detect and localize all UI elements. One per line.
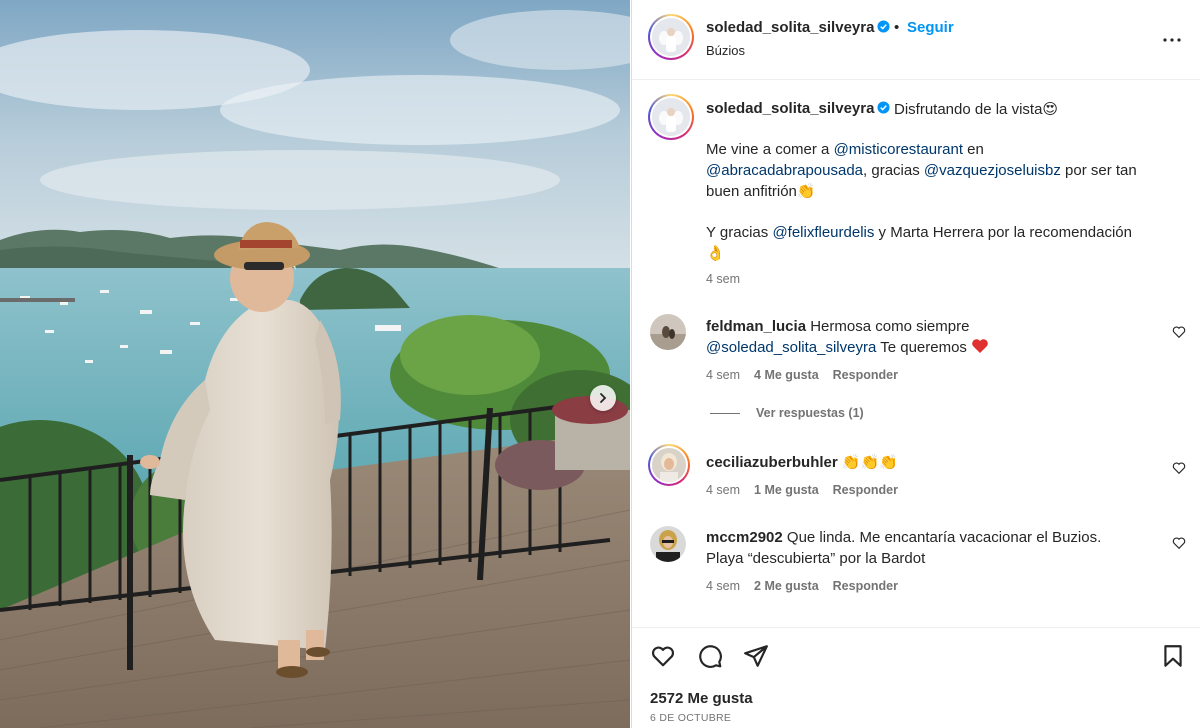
comment-likes-count[interactable]: 4 Me gusta [754,368,819,382]
view-replies-button[interactable]: Ver respuestas (1) [710,406,864,420]
comment-bubble-icon[interactable] [697,643,723,669]
comment-text: Hermosa como siempre [810,318,970,335]
caption-username[interactable]: soledad_solita_silveyra [706,100,890,117]
comment-username[interactable]: feldman_lucia [706,318,806,335]
red-heart-emoji [972,339,988,353]
save-bookmark-icon[interactable] [1160,643,1186,669]
commenter-avatar[interactable] [648,444,690,486]
comment-text: Que linda. Me encantaría vacacionar el B… [786,529,1102,546]
post-location[interactable]: Búzios [706,43,745,58]
comment-3-meta: 4 sem 2 Me gusta Responder [706,579,912,593]
post-image [0,0,630,728]
author-username[interactable]: soledad_solita_silveyra [706,19,890,36]
comment-timestamp[interactable]: 4 sem [706,483,740,497]
follow-button[interactable]: Seguir [907,19,954,36]
mention-link[interactable]: @abracadabrapousada [706,162,863,179]
caption-author-avatar[interactable] [648,94,694,140]
comment-likes-count[interactable]: 1 Me gusta [754,483,819,497]
caption-paragraph-2: Y gracias @felixfleurdelis y Marta Herre… [706,222,1166,264]
verified-badge-icon [877,101,890,114]
caption-text: , gracias [863,162,924,179]
comment-like-heart-icon[interactable] [1172,461,1186,475]
post-actions-bar: 2572 Me gusta 6 DE OCTUBRE [632,627,1200,728]
comment-text: Te queremos [876,339,972,356]
comment-timestamp[interactable]: 4 sem [706,579,740,593]
comment-1-meta: 4 sem 4 Me gusta Responder [706,368,912,382]
caption-text: Me vine a comer a [706,141,834,158]
comment-2: ceciliazuberbuhler 👏👏👏 [706,452,1166,473]
avatar-photo-icon [650,314,686,350]
comment-like-heart-icon[interactable] [1172,325,1186,339]
ok-hand-emoji: 👌 [706,245,725,262]
caption-text: por ser tan [1060,162,1137,179]
chevron-right-icon [600,393,607,403]
caption-text: Y gracias [706,224,773,241]
avatar-photo-icon [650,526,686,562]
like-heart-icon[interactable] [650,643,676,669]
separator-dot: • [894,19,900,36]
mention-link[interactable]: @felixfleurdelis [772,224,874,241]
comment-likes-count[interactable]: 2 Me gusta [754,579,819,593]
mention-link[interactable]: @vazquezjoseluisbz [924,162,1061,179]
caption-text: en [963,141,984,158]
view-replies-label: Ver respuestas (1) [756,406,864,420]
reply-button[interactable]: Responder [833,579,898,593]
caption-text: buen anfitrión👏 [706,183,816,200]
caption-timestamp[interactable]: 4 sem [706,272,740,286]
likes-count[interactable]: 2572 Me gusta [650,690,753,707]
reply-button[interactable]: Responder [833,483,898,497]
comment-username[interactable]: ceciliazuberbuhler [706,454,838,471]
share-send-icon[interactable] [743,643,769,669]
comment-like-heart-icon[interactable] [1172,536,1186,550]
comment-1: feldman_lucia Hermosa como siempre @sole… [706,316,1166,358]
post-photo[interactable] [0,0,630,728]
post-header: soledad_solita_silveyra • Seguir Búzios [632,0,1200,80]
comment-text: Playa “descubierta” por la Bardot [706,550,926,567]
avatar-photo-icon [652,18,690,56]
verified-badge-icon [877,20,890,33]
post-date[interactable]: 6 DE OCTUBRE [650,712,731,724]
replies-divider [710,413,740,415]
avatar-photo-icon [652,98,690,136]
comment-timestamp[interactable]: 4 sem [706,368,740,382]
commenter-avatar[interactable] [650,314,686,350]
comment-username[interactable]: mccm2902 [706,529,783,546]
post-details-panel: soledad_solita_silveyra • Seguir Búzios … [631,0,1200,728]
mention-link[interactable]: @soledad_solita_silveyra [706,339,876,356]
reply-button[interactable]: Responder [833,368,898,382]
mention-link[interactable]: @misticorestaurant [834,141,963,158]
author-avatar[interactable] [648,14,694,60]
caption-paragraph-1: Me vine a comer a @misticorestaurant en … [706,139,1166,202]
more-horizontal-icon[interactable] [1160,28,1184,52]
next-photo-button[interactable] [590,385,616,411]
comment-text: 👏👏👏 [841,454,898,471]
comment-3: mccm2902 Que linda. Me encantaría vacaci… [706,527,1166,569]
commenter-avatar[interactable] [650,526,686,562]
caption-first-line: Disfrutando de la vista😍 [894,101,1059,118]
comment-2-meta: 4 sem 1 Me gusta Responder [706,483,912,497]
caption-text: y Marta Herrera por la recomendación [874,224,1132,241]
avatar-photo-icon [652,448,686,482]
